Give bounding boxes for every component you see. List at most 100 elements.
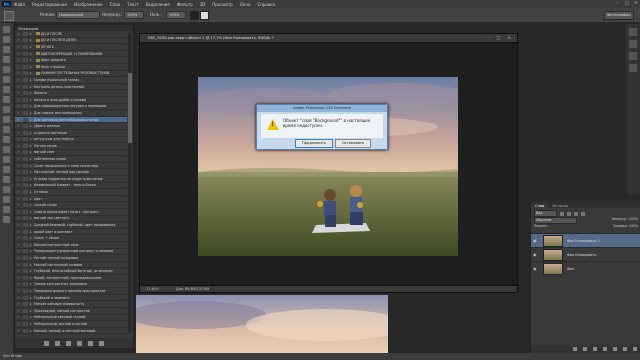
action-row[interactable]: ✓ ▸ Легкая сепия (15, 143, 127, 150)
background-document-preview[interactable] (136, 295, 388, 360)
color-panel-icon[interactable] (629, 28, 637, 36)
action-row[interactable]: ✓ ▸ Для цветовых/деталей/розовых тонов (15, 116, 127, 124)
fx-icon[interactable] (583, 347, 587, 351)
record-icon[interactable] (55, 340, 60, 346)
close-icon[interactable]: ✕ (634, 1, 638, 5)
dialog-toggle-icon[interactable] (23, 44, 28, 49)
action-row[interactable]: ✓ ▸ Средний бежевый, глубокий, цвет тониро… (15, 222, 127, 229)
dodge-tool-icon[interactable] (3, 156, 10, 163)
zoom-level[interactable]: 17,44% (146, 287, 159, 291)
new-action-icon[interactable] (88, 340, 93, 346)
checkmark-icon[interactable]: ✓ (17, 52, 22, 56)
dialog-toggle-icon[interactable] (23, 282, 28, 287)
layer-row[interactable]: ◉ Фон Копировать 2 (531, 233, 640, 247)
action-row[interactable]: ✓ ▸ Спорти прокатывает пилот - контраст (15, 209, 127, 216)
expand-arrow-icon[interactable]: ▸ (30, 52, 34, 56)
styles-panel-icon[interactable] (629, 64, 637, 72)
crop-tool-icon[interactable] (3, 66, 10, 73)
menu-3d[interactable]: 3D (200, 2, 206, 7)
magic-wand-tool-icon[interactable] (3, 56, 10, 63)
marquee-tool-icon[interactable] (3, 36, 10, 43)
menu-layers[interactable]: Слои (110, 2, 120, 7)
checkmark-icon[interactable]: ✓ (17, 78, 22, 82)
flow-field[interactable]: 100% (166, 11, 186, 19)
menu-window[interactable]: Окно (240, 2, 251, 7)
gradient-tool-icon[interactable] (3, 136, 10, 143)
action-row[interactable]: ✓ ▸ Мягкий, тонкий, и светлый матовый (15, 328, 127, 334)
action-row[interactable]: ✓ ▸ ПЕЧАТЬ (15, 44, 127, 51)
dialog-toggle-icon[interactable] (23, 143, 28, 148)
dialog-toggle-icon[interactable] (23, 308, 28, 313)
checkmark-icon[interactable]: ✓ (17, 150, 22, 154)
blend-mode-dropdown[interactable]: Обычные (534, 217, 577, 224)
opacity-field[interactable]: 100% (124, 11, 144, 19)
action-row[interactable]: ✓ ▸ ЦВЕТОКОРРЕКЦИЯ +СТАНИРОВАНИЕ (15, 51, 127, 58)
action-row[interactable]: ✓ ▸ ДО И ПОСЛЕ В ДЕНИ (15, 38, 127, 45)
action-row[interactable]: ✓ ▸ Угловая подсветка на кадре осветление (15, 176, 127, 183)
checkmark-icon[interactable]: ✓ (17, 263, 22, 267)
dialog-toggle-icon[interactable] (23, 77, 28, 82)
action-row[interactable]: ✓ ▸ убрать желтые (15, 123, 127, 130)
checkmark-icon[interactable]: ✓ (17, 282, 22, 286)
checkmark-icon[interactable]: ✓ (17, 302, 22, 306)
checkmark-icon[interactable]: ✓ (17, 210, 22, 214)
group-icon[interactable] (613, 347, 617, 351)
dialog-toggle-icon[interactable] (23, 97, 28, 102)
action-row[interactable]: ✓ ▸ Осень + сепия (15, 235, 127, 242)
checkmark-icon[interactable]: ✓ (17, 322, 22, 326)
checkmark-icon[interactable]: ✓ (17, 269, 22, 273)
type-tool-icon[interactable] (3, 176, 10, 183)
eye-icon[interactable]: ◉ (533, 266, 539, 271)
menu-text[interactable]: Текст (127, 2, 139, 7)
history-brush-tool-icon[interactable] (3, 116, 10, 123)
eraser-tool-icon[interactable] (3, 126, 10, 133)
swatches-panel-icon[interactable] (629, 40, 637, 48)
menu-select[interactable]: Выделение (146, 2, 170, 7)
pen-tool-icon[interactable] (3, 166, 10, 173)
workspace-dropdown[interactable]: Фотография (604, 11, 634, 20)
action-row[interactable]: ✓ ▸ Основа (Красочный тонов) (15, 77, 127, 84)
play-icon[interactable] (66, 340, 71, 346)
action-row[interactable]: ✓ ▸ Мягкие матовые поверхность (15, 301, 127, 308)
dialog-toggle-icon[interactable] (23, 91, 28, 96)
stamp-tool-icon[interactable] (3, 106, 10, 113)
action-row[interactable]: ✓ ▸ Пастельный теплый под мрамор (15, 169, 127, 177)
action-row[interactable]: ✓ ▸ отцветка пастелью (15, 130, 127, 137)
dialog-toggle-icon[interactable] (23, 196, 28, 201)
dialog-toggle-icon[interactable] (23, 170, 28, 175)
checkmark-icon[interactable]: ✓ (17, 71, 22, 75)
checkmark-icon[interactable]: ✓ (17, 98, 22, 102)
dialog-toggle-icon[interactable] (23, 315, 28, 320)
checkmark-icon[interactable]: ✓ (17, 170, 22, 174)
menu-image[interactable]: Изображение (74, 2, 103, 7)
action-row[interactable]: ✓ ▸ Мягкий пастельный тоновое (15, 262, 127, 269)
action-row[interactable]: ✓ ▸ Оттенок (15, 189, 127, 196)
continue-button[interactable]: Продолжить (295, 139, 333, 148)
mask-icon[interactable] (593, 347, 597, 351)
dialog-toggle-icon[interactable] (23, 269, 28, 274)
layer-fill[interactable]: Заливка: 100% (613, 224, 638, 228)
stop-button[interactable]: Остановить (335, 139, 371, 148)
checkmark-icon[interactable]: ✓ (17, 216, 22, 220)
dialog-toggle-icon[interactable] (23, 262, 28, 267)
menu-help[interactable]: Справка (257, 2, 275, 7)
tab-layers[interactable]: Слои (531, 204, 549, 208)
checkmark-icon[interactable]: ✓ (17, 315, 22, 319)
action-row[interactable]: ✓ ▸ ретуш кож для глобуса (15, 137, 127, 144)
checkmark-icon[interactable]: ✓ (17, 309, 22, 313)
healing-tool-icon[interactable] (3, 86, 10, 93)
dialog-toggle-icon[interactable] (23, 137, 28, 142)
expand-arrow-icon[interactable]: ▸ (30, 32, 34, 36)
checkmark-icon[interactable]: ✓ (17, 230, 22, 234)
trash-icon[interactable] (99, 340, 104, 346)
action-row[interactable]: ✓ ▸ тонкий сепия (15, 202, 127, 210)
checkmark-icon[interactable]: ✓ (17, 32, 22, 36)
move-tool-icon[interactable] (3, 26, 10, 33)
zoom-tool-icon[interactable] (3, 216, 10, 223)
action-row[interactable]: ✓ ▸ Контроль деталь,пластичный (15, 84, 127, 91)
action-row[interactable]: ✓ ▸ Сочет насыщенных с теми точно серо (15, 163, 127, 170)
dialog-toggle-icon[interactable] (23, 71, 28, 76)
hand-tool-icon[interactable] (3, 206, 10, 213)
menu-view[interactable]: Просмотр (212, 2, 233, 7)
background-swatch[interactable] (200, 11, 209, 20)
